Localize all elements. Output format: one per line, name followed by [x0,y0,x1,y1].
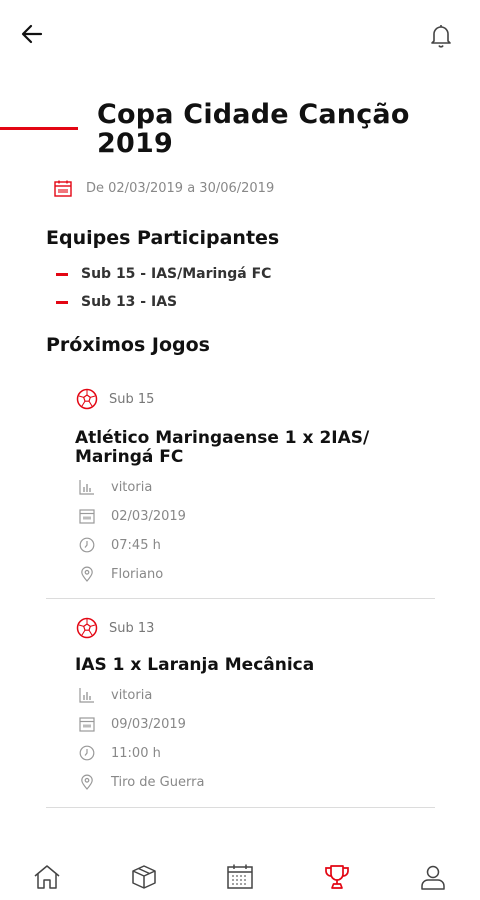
game-date: 09/03/2019 [111,716,186,732]
map-pin-icon [81,566,93,582]
game-location-row: Floriano [79,566,163,582]
clock-icon [79,745,95,761]
chart-icon [79,480,94,495]
calendar-icon [54,180,72,197]
game-date-row: 02/03/2019 [79,508,186,524]
games-section-title: Próximos Jogos [46,334,210,356]
team-bullet [56,272,68,276]
game-time-row: 07:45 h [79,537,161,553]
map-pin-icon [81,774,93,790]
nav-home[interactable] [32,862,62,892]
team-item: Sub 15 - IAS/Maringá FC [56,266,271,282]
game-category: Sub 15 [109,391,155,407]
game-result: vitoria [111,479,153,495]
page-title: Copa Cidade Canção 2019 [97,99,410,159]
team-item: Sub 13 - IAS [56,294,177,310]
box-icon [132,865,156,889]
bottom-nav [0,850,480,900]
calendar-icon [79,509,95,524]
calendar-icon [79,717,95,732]
divider [46,598,435,599]
game-category-row: Sub 15 [76,388,154,410]
soccer-ball-icon [76,388,98,410]
nav-trophy[interactable] [322,862,352,892]
date-range-text: De 02/03/2019 a 30/06/2019 [86,180,275,196]
date-range-row: De 02/03/2019 a 30/06/2019 [54,178,274,198]
game-result-row: vitoria [79,687,152,703]
arrow-left-icon [21,24,43,44]
notifications-button[interactable] [428,22,454,50]
game-match-title: Atlético Maringaense 1 x 2IAS/ Maringá F… [75,428,370,467]
team-label: Sub 15 - IAS/Maringá FC [81,266,272,282]
game-result: vitoria [111,687,153,703]
game-card[interactable]: Sub 13 IAS 1 x Laranja Mecânica vitoria … [46,609,435,809]
game-time-row: 11:00 h [79,745,161,761]
team-bullet [56,300,68,304]
clock-icon [79,537,95,553]
nav-profile[interactable] [418,862,448,892]
calendar-icon [227,864,253,889]
game-match-title: IAS 1 x Laranja Mecânica [75,655,315,675]
nav-box[interactable] [129,862,159,892]
game-card[interactable]: Sub 15 Atlético Maringaense 1 x 2IAS/ Ma… [46,380,435,600]
home-icon [34,865,60,889]
back-button[interactable] [18,20,46,48]
teams-section-title: Equipes Participantes [46,227,280,249]
title-accent-line [0,127,78,130]
game-date: 02/03/2019 [111,508,186,524]
soccer-ball-icon [76,617,98,639]
trophy-icon [325,865,349,889]
game-time: 11:00 h [111,745,161,761]
divider [46,807,435,808]
nav-calendar[interactable] [225,862,255,892]
game-location-row: Tiro de Guerra [79,774,204,790]
game-time: 07:45 h [111,537,161,553]
top-bar [0,0,480,70]
game-category-row: Sub 13 [76,617,154,639]
team-label: Sub 13 - IAS [81,294,178,310]
game-location: Tiro de Guerra [111,774,205,790]
bell-icon [431,25,451,48]
game-location: Floriano [111,566,164,582]
chart-icon [79,688,94,703]
game-result-row: vitoria [79,479,152,495]
game-date-row: 09/03/2019 [79,716,186,732]
game-category: Sub 13 [109,620,155,636]
user-icon [421,865,445,890]
